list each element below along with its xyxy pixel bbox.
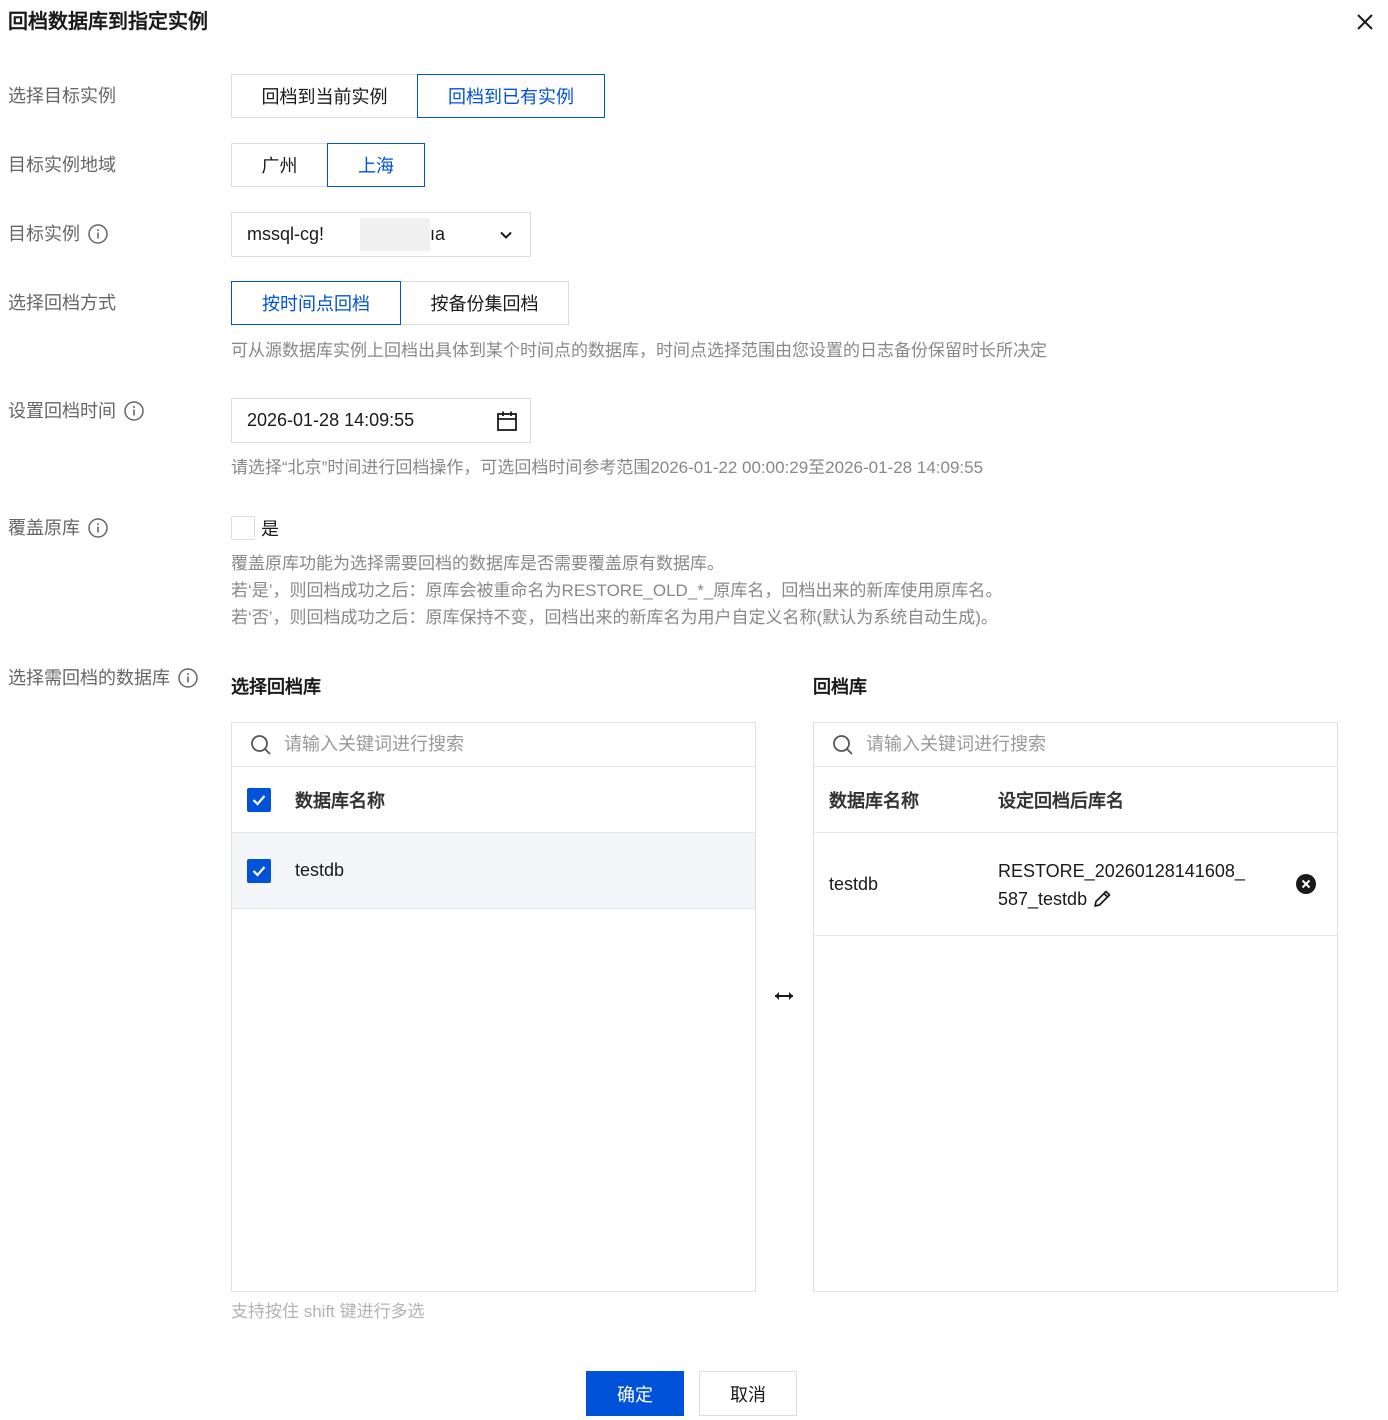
method-label: 选择回档方式	[8, 293, 116, 313]
instance-value: mssql-cg!	[247, 224, 325, 244]
region-group: 广州 上海	[231, 143, 425, 187]
column-db-name: 数据库名称	[829, 790, 919, 811]
table-row: testdb RESTORE_20260128141608_ 587_testd…	[814, 833, 1337, 936]
left-table-header: 数据库名称	[232, 767, 755, 833]
method-group: 按时间点回档 按备份集回档	[231, 281, 569, 325]
select-all-checkbox[interactable]	[247, 787, 271, 812]
cancel-button[interactable]: 取消	[699, 1371, 797, 1416]
table-row[interactable]: testdb	[232, 833, 755, 909]
method-help: 可从源数据库实例上回档出具体到某个时间点的数据库，时间点选择范围由您设置的日志备…	[231, 341, 1047, 360]
multi-select-tip: 支持按住 shift 键进行多选	[231, 1302, 425, 1321]
time-label: 设置回档时间	[8, 398, 144, 424]
row-db-name: testdb	[829, 873, 879, 894]
right-panel-title: 回档库	[813, 677, 867, 697]
overwrite-checkbox-row[interactable]: 是	[231, 515, 279, 541]
option-existing-instance[interactable]: 回档到已有实例	[417, 74, 605, 118]
target-mode-label: 选择目标实例	[8, 86, 116, 106]
overwrite-label: 覆盖原库	[8, 515, 108, 541]
option-guangzhou[interactable]: 广州	[231, 143, 328, 187]
remove-icon[interactable]	[1295, 873, 1317, 895]
instance-select[interactable]: mssql-cg! ıa	[231, 212, 531, 257]
overwrite-help-line-1: 覆盖原库功能为选择需要回档的数据库是否需要覆盖原有数据库。	[231, 554, 724, 573]
row-db-name: testdb	[295, 860, 345, 880]
overwrite-checkbox[interactable]	[231, 516, 255, 540]
left-panel-title: 选择回档库	[231, 677, 321, 697]
row-checkbox[interactable]	[247, 858, 271, 883]
info-icon[interactable]	[178, 668, 198, 688]
option-shanghai[interactable]: 上海	[327, 143, 425, 187]
search-icon	[832, 734, 854, 756]
edit-icon[interactable]	[1091, 888, 1113, 910]
right-search-input[interactable]	[866, 734, 1306, 755]
redacted-mask	[360, 218, 430, 251]
dialog-title: 回档数据库到指定实例	[8, 11, 208, 33]
databases-label: 选择需回档的数据库	[8, 665, 198, 691]
target-name-line-2: 587_testdb	[998, 889, 1088, 909]
source-db-panel: 数据库名称 testdb	[231, 722, 756, 1292]
instance-label: 目标实例	[8, 221, 108, 247]
region-label: 目标实例地域	[8, 155, 116, 175]
option-current-instance[interactable]: 回档到当前实例	[231, 74, 418, 118]
info-icon[interactable]	[124, 401, 144, 421]
target-db-name: RESTORE_20260128141608_ 587_testdb	[998, 857, 1245, 913]
info-icon[interactable]	[88, 518, 108, 538]
time-help: 请选择“北京”时间进行回档操作，可选回档时间参考范围2026-01-22 00:…	[231, 458, 984, 477]
overwrite-help-line-3: 若‘否’，则回档成功之后：原库保持不变，回档出来的新库名为用户自定义名称(默认为…	[231, 608, 998, 627]
option-by-backup[interactable]: 按备份集回档	[400, 281, 569, 325]
target-db-panel: 数据库名称 设定回档后库名 testdb RESTORE_20260128141…	[813, 722, 1338, 1292]
column-db-name: 数据库名称	[295, 790, 385, 811]
right-table-header: 数据库名称 设定回档后库名	[814, 767, 1337, 833]
left-search	[232, 723, 755, 767]
right-search	[814, 723, 1337, 767]
chevron-down-icon	[496, 225, 516, 245]
close-icon[interactable]	[1351, 8, 1379, 36]
column-target-name: 设定回档后库名	[998, 790, 1124, 811]
target-name-line-1: RESTORE_20260128141608_	[998, 861, 1245, 881]
calendar-icon	[496, 410, 518, 432]
overwrite-option-label: 是	[261, 519, 279, 539]
search-icon	[250, 734, 272, 756]
left-search-input[interactable]	[284, 734, 724, 755]
overwrite-help-line-2: 若‘是’，则回档成功之后：原库会被重命名为RESTORE_OLD_*_原库名，回…	[231, 581, 1003, 600]
option-by-time[interactable]: 按时间点回档	[231, 281, 401, 325]
instance-value-suffix: ıa	[430, 224, 446, 244]
time-picker[interactable]: 2026-01-28 14:09:55	[231, 398, 531, 443]
target-mode-group: 回档到当前实例 回档到已有实例	[231, 74, 605, 118]
time-value: 2026-01-28 14:09:55	[247, 410, 415, 430]
swap-arrows-icon	[772, 984, 796, 1008]
confirm-button[interactable]: 确定	[586, 1371, 684, 1416]
info-icon[interactable]	[88, 224, 108, 244]
